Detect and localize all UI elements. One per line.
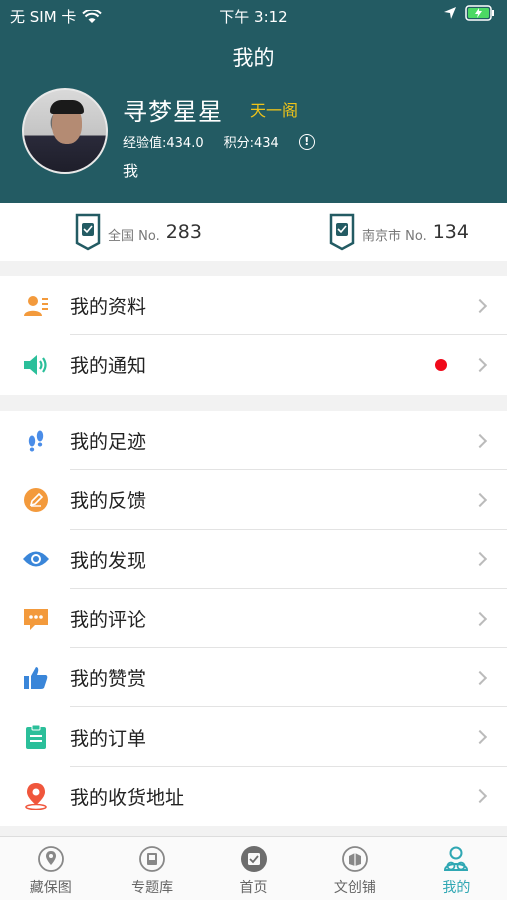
tab-label: 我的 — [442, 880, 471, 896]
tab-bar: 藏保图 专题库 首页 文创铺 我的 — [0, 836, 507, 900]
pencil-icon — [24, 487, 48, 512]
home-book-icon — [240, 846, 267, 872]
location-pin-icon — [25, 783, 47, 811]
rank-label: 全国 No. — [108, 228, 160, 244]
status-time: 下午 3:12 — [219, 8, 288, 26]
points-value: 积分:434 — [223, 136, 279, 151]
avatar[interactable] — [22, 88, 108, 174]
tab-topics[interactable]: 专题库 — [101, 837, 202, 900]
menu-item-feedback[interactable]: 我的反馈 — [0, 470, 507, 530]
menu-group-activity: 我的足迹 我的反馈 我的发现 我的评论 我的赞赏 我的订单 我的收货地址 — [0, 411, 507, 827]
library-icon — [139, 846, 166, 872]
menu-item-label: 我的赞赏 — [70, 668, 147, 691]
experience-value: 经验值:434.0 — [123, 136, 204, 151]
chevron-right-icon — [472, 611, 488, 626]
menu-item-comments[interactable]: 我的评论 — [0, 589, 507, 649]
user-stats: 经验值:434.0 积分:434 ! — [123, 132, 315, 151]
rank-label: 南京市 No. — [362, 228, 427, 244]
tab-label: 首页 — [239, 880, 268, 896]
tab-map[interactable]: 藏保图 — [0, 837, 101, 900]
chevron-right-icon — [472, 492, 488, 508]
tab-label: 藏保图 — [29, 880, 72, 896]
menu-item-rewards[interactable]: 我的赞赏 — [0, 648, 507, 708]
chevron-right-icon — [472, 730, 488, 745]
menu-item-orders[interactable]: 我的订单 — [0, 707, 507, 767]
rank-bar: 全国 No. 283 南京市 No. 134 — [0, 203, 507, 261]
menu-item-discoveries[interactable]: 我的发现 — [0, 530, 507, 589]
unread-dot — [435, 358, 447, 371]
profile-header: 无 SIM 卡 下午 3:12 我的 寻梦星星 天一阁 经验值:434.0 积分… — [0, 0, 507, 203]
user-icon — [444, 846, 469, 871]
tab-label: 文创铺 — [333, 880, 376, 896]
status-bar: 无 SIM 卡 下午 3:12 — [0, 0, 507, 30]
level-badge: 天一阁 — [250, 101, 299, 120]
footprints-icon — [28, 430, 44, 452]
menu-item-label: 我的通知 — [70, 355, 147, 378]
chevron-right-icon — [472, 433, 488, 448]
menu-item-notifications[interactable]: 我的通知 — [0, 335, 507, 394]
menu-group-account: 我的资料 我的通知 — [0, 276, 507, 395]
battery-icon — [465, 5, 494, 21]
info-icon[interactable]: ! — [298, 133, 315, 150]
menu-item-label: 我的足迹 — [70, 431, 147, 454]
tab-label: 专题库 — [131, 880, 174, 896]
rank-badge-icon — [75, 213, 101, 251]
national-rank[interactable]: 全国 No. 283 — [74, 213, 202, 251]
thumbs-up-icon — [24, 666, 48, 689]
menu-item-label: 我的资料 — [70, 296, 147, 319]
tab-home[interactable]: 首页 — [203, 837, 304, 900]
chevron-right-icon — [472, 357, 488, 373]
menu-item-profile[interactable]: 我的资料 — [0, 276, 507, 336]
menu-item-label: 我的发现 — [70, 549, 147, 572]
page-title: 我的 — [232, 46, 275, 70]
username: 寻梦星星 — [123, 98, 223, 126]
chevron-right-icon — [472, 670, 488, 685]
tab-mine[interactable]: 我的 — [406, 837, 507, 900]
menu-item-footprints[interactable]: 我的足迹 — [0, 411, 507, 471]
chevron-right-icon — [472, 298, 488, 313]
chevron-right-icon — [472, 789, 488, 804]
city-rank[interactable]: 南京市 No. 134 — [328, 213, 469, 251]
profile-card-icon — [24, 295, 48, 316]
menu-item-label: 我的评论 — [70, 609, 147, 632]
menu-item-label: 我的反馈 — [70, 490, 147, 513]
rank-number: 283 — [165, 221, 202, 243]
user-bio: 我 — [123, 162, 139, 180]
menu-item-label: 我的收货地址 — [70, 786, 185, 809]
shop-icon — [342, 846, 368, 872]
menu-item-address[interactable]: 我的收货地址 — [0, 767, 507, 826]
rank-badge-icon — [329, 213, 355, 251]
clipboard-icon — [26, 724, 46, 750]
comment-icon — [24, 608, 48, 630]
menu-item-label: 我的订单 — [70, 727, 147, 750]
location-arrow-icon — [444, 7, 456, 19]
rank-number: 134 — [432, 221, 469, 243]
map-pin-icon — [37, 846, 64, 872]
tab-shop[interactable]: 文创铺 — [304, 837, 405, 900]
chevron-right-icon — [472, 552, 488, 567]
speaker-icon — [24, 354, 47, 375]
eye-icon — [23, 551, 49, 567]
